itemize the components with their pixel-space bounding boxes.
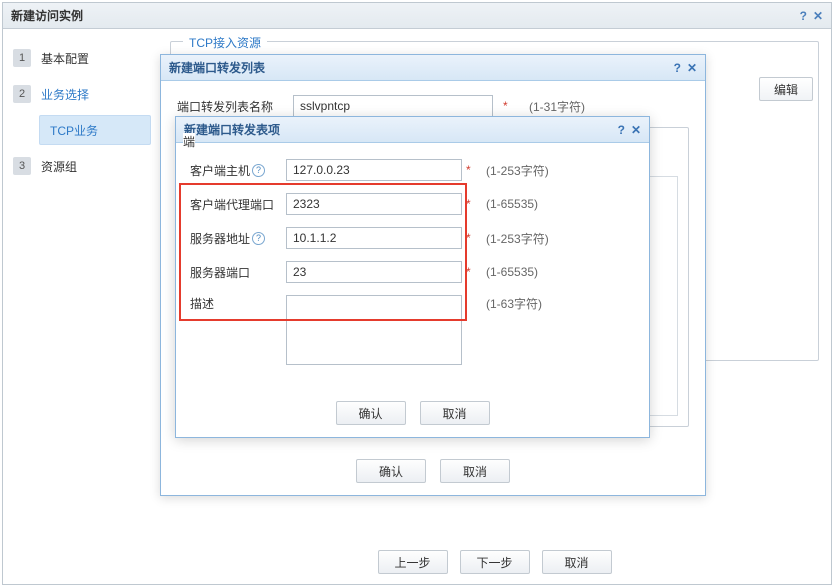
step-label: 业务选择 <box>41 86 89 103</box>
server-port-row: 服务器端口 * (1-65535) <box>190 261 635 283</box>
close-icon[interactable]: ✕ <box>813 9 823 23</box>
step-num-3: 3 <box>13 157 31 175</box>
client-host-hint: (1-253字符) <box>486 162 549 179</box>
step-num-2: 2 <box>13 85 31 103</box>
label-text: 服务器端口 <box>190 264 250 281</box>
client-host-row: 客户端主机 ? * (1-253字符) <box>190 159 635 181</box>
required-mark: * <box>466 231 474 245</box>
server-addr-hint: (1-253字符) <box>486 230 549 247</box>
client-host-label: 客户端主机 ? <box>190 162 286 179</box>
modal2-ok-button[interactable]: 确认 <box>336 401 406 425</box>
modal2-cancel-button[interactable]: 取消 <box>420 401 490 425</box>
step-resource-group[interactable]: 3 资源组 <box>9 151 151 181</box>
help-icon[interactable]: ? <box>800 9 807 23</box>
next-button[interactable]: 下一步 <box>460 550 530 574</box>
help-icon[interactable]: ? <box>252 232 265 245</box>
help-icon[interactable]: ? <box>618 123 625 137</box>
list-name-label: 端口转发列表名称 <box>177 98 287 115</box>
list-name-row: 端口转发列表名称 * (1-31字符) <box>177 95 689 117</box>
server-addr-label: 服务器地址 ? <box>190 230 286 247</box>
help-icon[interactable]: ? <box>674 61 681 75</box>
modal1-header: 新建端口转发列表 ? ✕ <box>161 55 705 81</box>
modal2-title: 新建端口转发表项 <box>184 121 280 138</box>
prev-button[interactable]: 上一步 <box>378 550 448 574</box>
close-icon[interactable]: ✕ <box>631 123 641 137</box>
modal2-body: 客户端主机 ? * (1-253字符) 客户端代理端口 * (1-65535) … <box>176 143 649 437</box>
client-port-label: 客户端代理端口 <box>190 196 286 213</box>
server-port-label: 服务器端口 <box>190 264 286 281</box>
desc-label: 描述 <box>190 295 286 312</box>
server-port-input[interactable] <box>286 261 462 283</box>
label-text: 服务器地址 <box>190 230 250 247</box>
list-name-input[interactable] <box>293 95 493 117</box>
step-basic[interactable]: 1 基本配置 <box>9 43 151 73</box>
required-mark: * <box>466 197 474 211</box>
label-text: 客户端代理端口 <box>190 196 274 213</box>
list-name-hint: (1-31字符) <box>529 98 585 115</box>
step-sub-label: TCP业务 <box>50 122 98 139</box>
wizard-footer: 上一步 下一步 取消 <box>158 550 831 574</box>
edit-button[interactable]: 编辑 <box>759 77 813 101</box>
desc-hint: (1-63字符) <box>486 295 542 312</box>
step-label: 资源组 <box>41 158 77 175</box>
main-dialog-header: 新建访问实例 ? ✕ <box>3 3 831 29</box>
step-label: 基本配置 <box>41 50 89 67</box>
required-mark: * <box>466 163 474 177</box>
modal1-footer: 确认 取消 <box>161 459 705 483</box>
main-dialog-title: 新建访问实例 <box>11 7 83 24</box>
client-port-hint: (1-65535) <box>486 197 538 211</box>
modal1-ok-button[interactable]: 确认 <box>356 459 426 483</box>
desc-row: 描述 (1-63字符) <box>190 295 635 365</box>
port-forward-entry-modal: 新建端口转发表项 ? ✕ 客户端主机 ? * (1-253字符) 客户端代理端口… <box>175 116 650 438</box>
modal2-footer: 确认 取消 <box>176 401 649 425</box>
step-service[interactable]: 2 业务选择 <box>9 79 151 109</box>
modal1-cancel-button[interactable]: 取消 <box>440 459 510 483</box>
help-icon[interactable]: ? <box>252 164 265 177</box>
client-host-input[interactable] <box>286 159 462 181</box>
modal2-header: 新建端口转发表项 ? ✕ <box>176 117 649 143</box>
sub-fieldset-legend: 端 <box>183 133 195 150</box>
server-port-hint: (1-65535) <box>486 265 538 279</box>
client-port-input[interactable] <box>286 193 462 215</box>
label-text: 客户端主机 <box>190 162 250 179</box>
cancel-button[interactable]: 取消 <box>542 550 612 574</box>
step-num-1: 1 <box>13 49 31 67</box>
client-port-row: 客户端代理端口 * (1-65535) <box>190 193 635 215</box>
close-icon[interactable]: ✕ <box>687 61 697 75</box>
step-sub-tcp[interactable]: TCP业务 <box>39 115 151 145</box>
label-text: 描述 <box>190 295 214 312</box>
desc-input[interactable] <box>286 295 462 365</box>
wizard-sidebar: 1 基本配置 2 业务选择 TCP业务 3 资源组 <box>3 29 158 584</box>
required-mark: * <box>466 265 474 279</box>
required-mark: * <box>503 99 511 113</box>
server-addr-input[interactable] <box>286 227 462 249</box>
fieldset-legend: TCP接入资源 <box>183 34 267 51</box>
modal1-title: 新建端口转发列表 <box>169 59 265 76</box>
server-addr-row: 服务器地址 ? * (1-253字符) <box>190 227 635 249</box>
